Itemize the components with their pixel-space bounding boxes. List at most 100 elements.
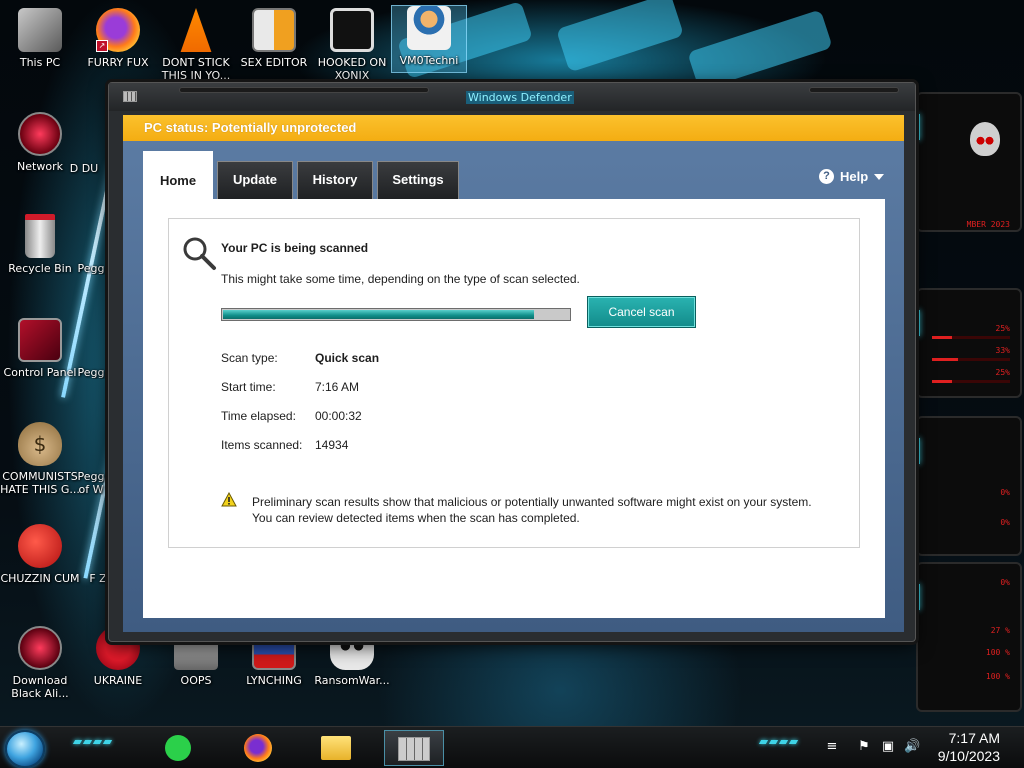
folder-icon	[321, 736, 351, 760]
scan-progress-bar	[221, 308, 571, 321]
title-bar-strip	[809, 87, 899, 93]
warning-line-2: You can review detected items when the s…	[252, 511, 580, 525]
gadget-accent	[916, 438, 920, 464]
desktop-icon-dont-stick[interactable]: DONT STICK THIS IN YO...	[156, 8, 236, 82]
clock-time: 7:17 AM	[948, 730, 1000, 746]
pc-status-bar: PC status: Potentially unprotected	[123, 115, 904, 141]
taskbar-app-explorer[interactable]	[306, 730, 366, 766]
scan-heading: Your PC is being scanned	[221, 241, 369, 255]
title-bar-strip	[179, 87, 429, 93]
gadget-date-text: MBER 2023	[966, 220, 1010, 229]
desktop-icon-partial-fz[interactable]: F Z	[86, 572, 110, 585]
chevron-down-icon	[874, 173, 885, 180]
scan-panel: Your PC is being scanned This might take…	[168, 218, 860, 548]
tab-home[interactable]: Home	[143, 151, 213, 199]
gadget-bar	[932, 336, 1010, 339]
alien-disc-icon	[18, 626, 62, 670]
network-tray-icon[interactable]: ▣	[880, 739, 896, 755]
gadget-cpu-box: 25% 33% 25%	[916, 288, 1022, 398]
desktop-icon-sex-editor[interactable]: SEX EDITOR	[234, 8, 314, 69]
taskbar: ≡ ⚑ ▣ 🔊 7:17 AM 9/10/2023	[0, 726, 1024, 768]
gadget-readout: 100 %	[985, 648, 1010, 657]
chuzzle-creature-icon	[18, 524, 62, 568]
gadget-readout: 0%	[1000, 488, 1010, 497]
items-scanned-label: Items scanned:	[221, 438, 303, 452]
gadget-header-box: MBER 2023	[916, 92, 1022, 232]
desktop-icon-control-panel[interactable]: Control Panel	[0, 318, 80, 379]
gadget-readout: 25%	[995, 368, 1010, 377]
shortcut-arrow-icon: ↗	[96, 40, 108, 52]
warning-message: Preliminary scan results show that malic…	[252, 494, 852, 526]
help-question-icon: ?	[819, 169, 834, 184]
help-menu-button[interactable]: ? Help	[819, 169, 885, 184]
warning-line-1: Preliminary scan results show that malic…	[252, 495, 812, 509]
window-title-bar[interactable]: Windows Defender	[109, 83, 915, 111]
computer-icon	[18, 8, 62, 52]
pc-status-text: PC status: Potentially unprotected	[144, 120, 357, 135]
gadget-accent	[916, 584, 920, 610]
desktop-icon-chuzzin[interactable]: CHUZZIN CUM	[0, 524, 80, 585]
start-button[interactable]	[5, 730, 45, 768]
desktop-icon-recycle-bin[interactable]: Recycle Bin	[0, 214, 80, 275]
xonix-game-icon	[330, 8, 374, 52]
items-scanned-value: 14934	[315, 438, 349, 452]
gadget-readout: 25%	[995, 324, 1010, 333]
gadget-accent	[916, 114, 920, 140]
tab-update[interactable]: Update	[217, 161, 293, 199]
scan-subtext: This might take some time, depending on …	[221, 272, 580, 286]
doctor-avatar-icon	[407, 6, 451, 50]
money-bag-icon: $	[18, 422, 62, 466]
cancel-scan-button[interactable]: Cancel scan	[587, 296, 696, 328]
desktop-icon-partial-pegg-2[interactable]: Pegg	[74, 366, 108, 379]
recycle-bin-icon	[25, 214, 55, 258]
desktop-icon-partial-pegg-3[interactable]: Pegg of W	[74, 470, 108, 496]
defender-app-icon	[123, 91, 137, 102]
time-elapsed-value: 00:00:32	[315, 409, 362, 423]
taskbar-app-defender[interactable]	[384, 730, 444, 766]
gadget-readout: 27 %	[990, 626, 1010, 635]
taskbar-clock[interactable]: 7:17 AM 9/10/2023	[938, 729, 1000, 765]
gadget-net-box: 0% 27 % 100 % 100 %	[916, 562, 1022, 712]
gadget-disk-box: 0% 0%	[916, 416, 1022, 556]
defender-body: Home Update History Settings ? Help Your…	[123, 141, 904, 632]
scan-progress-fill	[223, 310, 535, 319]
start-time-value: 7:16 AM	[315, 380, 360, 394]
clock-date: 9/10/2023	[937, 748, 1000, 764]
taskbar-app-firefox[interactable]	[228, 730, 288, 766]
firefox-icon	[244, 734, 272, 762]
vlc-cone-icon	[180, 8, 212, 52]
volume-icon[interactable]: 🔊	[904, 739, 920, 755]
desktop-icon-partial-pegg-1[interactable]: Pegg	[74, 262, 108, 275]
gadget-readout: 0%	[1000, 518, 1010, 527]
firefox-icon: ↗	[96, 8, 140, 52]
gadget-accent	[916, 310, 920, 336]
defender-wall-icon	[398, 737, 430, 761]
taskbar-app-notes[interactable]	[148, 730, 208, 766]
desktop-icon-vm0techni[interactable]: VM0Techni	[391, 5, 467, 73]
tray-expand-icon[interactable]: ≡	[824, 739, 840, 755]
gadget-readout: 33%	[995, 346, 1010, 355]
desktop-icon-download-black-ali[interactable]: Download Black Ali...	[0, 626, 80, 700]
control-panel-icon	[18, 318, 62, 362]
tab-settings[interactable]: Settings	[377, 161, 459, 199]
desktop-icon-partial-du[interactable]: D DU	[64, 162, 104, 175]
gadget-readout: 100 %	[985, 672, 1010, 681]
scan-type-label: Scan type:	[221, 351, 278, 365]
notes-app-icon	[165, 735, 191, 761]
tab-history[interactable]: History	[297, 161, 373, 199]
hex-editor-icon	[252, 8, 296, 52]
search-icon	[183, 237, 216, 270]
desktop-icon-hooked-on-xonix[interactable]: HOOKED ON XONIX	[312, 8, 392, 82]
action-center-flag-icon[interactable]: ⚑	[856, 739, 872, 755]
window-title: Windows Defender	[466, 91, 574, 104]
alien-logo-icon	[970, 122, 1000, 156]
help-label: Help	[840, 169, 869, 184]
start-time-label: Start time:	[221, 380, 276, 394]
time-elapsed-label: Time elapsed:	[221, 409, 296, 423]
home-content: Your PC is being scanned This might take…	[143, 199, 885, 618]
desktop-icon-this-pc[interactable]: This PC	[0, 8, 80, 69]
desktop-icon-furry-fux[interactable]: ↗ FURRY FUX	[78, 8, 158, 69]
desktop-icon-communists[interactable]: $ COMMUNISTS HATE THIS G...	[0, 422, 80, 496]
wallpaper-streak	[555, 0, 685, 73]
defender-window: Windows Defender PC status: Potentially …	[108, 82, 916, 642]
